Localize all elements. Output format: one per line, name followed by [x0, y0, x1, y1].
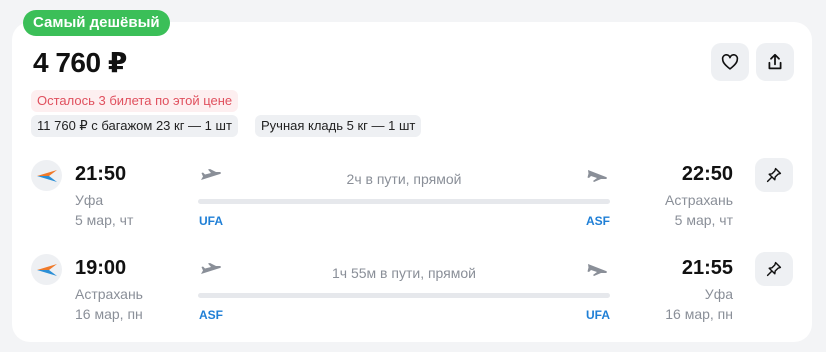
ticket-price: 4 760 ₽ — [33, 47, 127, 78]
flight-segment-return[interactable]: 19:00 Астрахань 16 мар, пн 1ч 55м в пути… — [0, 252, 826, 332]
hand-luggage-chip: Ручная кладь 5 кг — 1 шт — [255, 115, 422, 137]
airline-logo — [31, 254, 62, 285]
share-button[interactable] — [756, 43, 794, 81]
share-icon — [768, 53, 782, 70]
arrival-date: 16 мар, пн — [665, 306, 733, 322]
arrival-time: 22:50 — [681, 163, 733, 185]
flight-duration: 2ч в пути, прямой — [346, 171, 462, 187]
arrival-city: Уфа — [704, 286, 733, 302]
pin-icon — [766, 167, 782, 183]
airline-logo-icon — [36, 263, 57, 276]
cheapest-badge: Самый дешёвый — [23, 10, 170, 36]
pin-icon — [766, 261, 782, 277]
arrival-date: 5 мар, чт — [674, 212, 733, 228]
departure-city: Уфа — [75, 192, 104, 208]
flight-duration: 1ч 55м в пути, прямой — [332, 265, 476, 281]
route-line — [198, 293, 610, 298]
baggage-option-chip[interactable]: 11 760 ₽ с багажом 23 кг — 1 шт — [31, 115, 238, 137]
flight-segment-outbound[interactable]: 21:50 Уфа 5 мар, чт 2ч в пути, прямой UF… — [0, 158, 826, 238]
landing-icon — [587, 170, 607, 182]
departure-time: 19:00 — [75, 257, 127, 279]
arrival-time: 21:55 — [681, 257, 733, 279]
pin-flight-button[interactable] — [755, 158, 793, 192]
seats-left-warning: Осталось 3 билета по этой цене — [31, 90, 239, 112]
departure-city: Астрахань — [75, 286, 143, 302]
arrival-city: Астрахань — [665, 192, 733, 208]
departure-time: 21:50 — [75, 163, 127, 185]
arrival-airport-code: UFA — [586, 308, 610, 322]
arrival-airport-code: ASF — [586, 214, 610, 228]
airline-logo-icon — [36, 169, 57, 182]
heart-icon — [721, 54, 739, 70]
landing-icon — [587, 264, 607, 276]
airline-logo — [31, 160, 62, 191]
departure-date: 16 мар, пн — [75, 306, 143, 322]
favorite-button[interactable] — [711, 43, 749, 81]
route-line — [198, 199, 610, 204]
departure-airport-code: UFA — [199, 214, 223, 228]
departure-date: 5 мар, чт — [75, 212, 134, 228]
pin-flight-button[interactable] — [755, 252, 793, 286]
departure-airport-code: ASF — [199, 308, 223, 322]
